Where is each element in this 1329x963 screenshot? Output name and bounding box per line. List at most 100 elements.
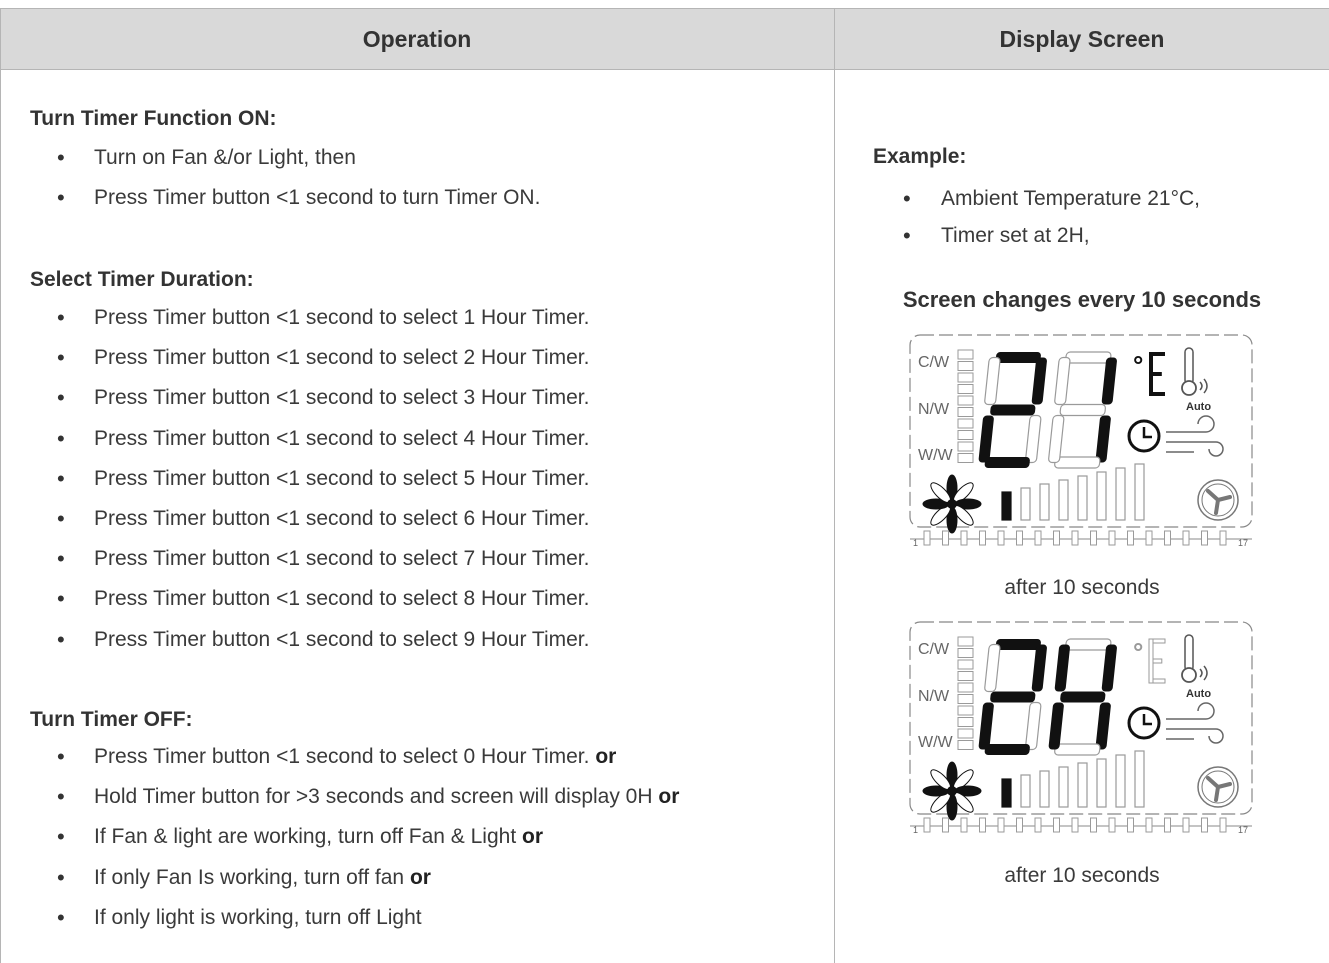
timer-segment: [923, 817, 931, 833]
list-item-text: If Fan & light are working, turn off Fan…: [94, 825, 517, 849]
lcd-display-screen: C/W N/W W/W ° Auto 1 17: [909, 621, 1253, 835]
screen-changes-title: Screen changes every 10 seconds: [902, 287, 1262, 312]
screen-caption: after 10 seconds: [1004, 576, 1160, 599]
list-item-text: Ambient Temperature 21°C,: [941, 187, 1200, 210]
thermometer-bulb: [1181, 667, 1197, 683]
degree-symbol: °: [1133, 637, 1143, 667]
list-item: Press Timer button <1 second to turn Tim…: [0, 183, 540, 223]
timer-segment: [1071, 817, 1079, 833]
timer-segment: [979, 817, 986, 833]
level-block: [957, 682, 974, 693]
digit-segment: [1031, 644, 1047, 692]
level-block: [957, 740, 974, 750]
speed-bar: [1115, 754, 1126, 808]
speed-bar: [1039, 483, 1050, 521]
fan-hub: [947, 786, 957, 796]
timer-segment: [1182, 530, 1190, 546]
list-item-text: If only Fan Is working, turn off fan: [94, 865, 405, 889]
timer-segment: [942, 530, 949, 546]
speed-bar: [1096, 471, 1107, 521]
level-block: [957, 441, 974, 452]
wind-icon: [1166, 415, 1224, 457]
auto-label: Auto: [1186, 401, 1211, 413]
digit-segment: [1025, 701, 1042, 751]
timer-segment: [1034, 817, 1042, 833]
signal-waves-icon: [1199, 665, 1208, 681]
timer-segment: [942, 817, 949, 833]
timer-segment: [1201, 530, 1208, 546]
list-select-duration: Press Timer button <1 second to select 1…: [0, 303, 589, 665]
thermometer-bulb: [1181, 380, 1197, 396]
list-item: Press Timer button <1 second to select 8…: [0, 584, 589, 624]
digit-segment: [1048, 414, 1065, 464]
unit-segment: [1148, 638, 1154, 684]
or-keyword: or: [522, 825, 544, 849]
speed-bar: [1058, 479, 1069, 521]
list-item: Ambient Temperature 21°C,: [835, 184, 1200, 221]
degree-symbol: °: [1133, 350, 1143, 380]
timer-segment: [1090, 530, 1097, 546]
digit-segment: [978, 415, 994, 463]
digit-segment: [1031, 357, 1047, 405]
digit-segment: [990, 691, 1036, 703]
list-item: Timer set at 2H,: [835, 221, 1200, 258]
cw-label: C/W: [918, 354, 950, 371]
section-title-timer-off: Turn Timer OFF:: [30, 708, 193, 731]
section-title-select-duration: Select Timer Duration:: [30, 268, 254, 291]
header-operation: Operation: [362, 26, 472, 52]
cw-label: C/W: [918, 641, 950, 658]
digit-segment: [1095, 702, 1111, 750]
list-item: Press Timer button <1 second to select 0…: [0, 742, 679, 782]
speed-bar: [1077, 762, 1088, 808]
list-item-text: Press Timer button <1 second to turn Tim…: [94, 186, 541, 210]
digit-segment: [1101, 644, 1117, 692]
list-item: Hold Timer button for >3 seconds and scr…: [0, 782, 679, 822]
list-item-text: Press Timer button <1 second to select 6…: [94, 506, 590, 530]
list-item: Press Timer button <1 second to select 2…: [0, 343, 589, 383]
timer-segment: [1071, 530, 1079, 546]
example-list: Ambient Temperature 21°C, Timer set at 2…: [835, 184, 1200, 258]
list-item-text: Press Timer button <1 second to select 7…: [94, 547, 590, 571]
timer-segment: [1219, 817, 1227, 833]
table-header: Operation Display Screen: [0, 8, 1329, 70]
digit-segment: [1095, 415, 1111, 463]
ww-label: W/W: [918, 447, 954, 464]
timer-segment: [923, 530, 931, 546]
thermometer-icon: [1184, 634, 1194, 672]
timer-segment: [1053, 817, 1060, 833]
list-item: If only Fan Is working, turn off fan or: [0, 863, 679, 903]
digit-segment: [984, 457, 1030, 468]
timer-segment: [1127, 817, 1134, 833]
list-item-text: Timer set at 2H,: [941, 224, 1090, 247]
fan-hub: [947, 499, 957, 509]
timer-segment: [1201, 817, 1208, 833]
digit-segment: [1054, 456, 1101, 469]
level-block: [957, 372, 974, 383]
level-block: [957, 453, 974, 463]
signal-waves-icon: [1199, 378, 1208, 394]
digit-segment: [1054, 644, 1070, 692]
level-block: [957, 407, 974, 417]
timer-segment: [1145, 530, 1153, 546]
digit-segment: [1025, 414, 1042, 464]
timer-segment: [1182, 817, 1190, 833]
digit-segment: [1054, 743, 1101, 756]
list-timer-on: Turn on Fan &/or Light, then Press Timer…: [0, 143, 540, 223]
list-item-text: Turn on Fan &/or Light, then: [94, 146, 356, 169]
list-item-text: Hold Timer button for >3 seconds and scr…: [94, 785, 653, 809]
list-item-text: Press Timer button <1 second to select 9…: [94, 627, 590, 651]
bar-start-label: 1: [913, 825, 918, 835]
level-block: [957, 728, 974, 739]
level-block: [957, 659, 974, 670]
list-item: Press Timer button <1 second to select 9…: [0, 625, 589, 665]
timer-segment: [1016, 530, 1023, 546]
digit-segment: [1059, 403, 1106, 417]
timer-segment: [1053, 530, 1060, 546]
list-item-text: Press Timer button <1 second to select 0…: [94, 745, 590, 768]
list-item-text: Press Timer button <1 second to select 4…: [94, 426, 590, 450]
display-column: Example: Ambient Temperature 21°C, Timer…: [835, 68, 1329, 963]
level-block: [957, 418, 974, 429]
digit-segment: [978, 702, 994, 750]
digit-segment: [1101, 357, 1117, 405]
speed-bar: [1058, 766, 1069, 808]
